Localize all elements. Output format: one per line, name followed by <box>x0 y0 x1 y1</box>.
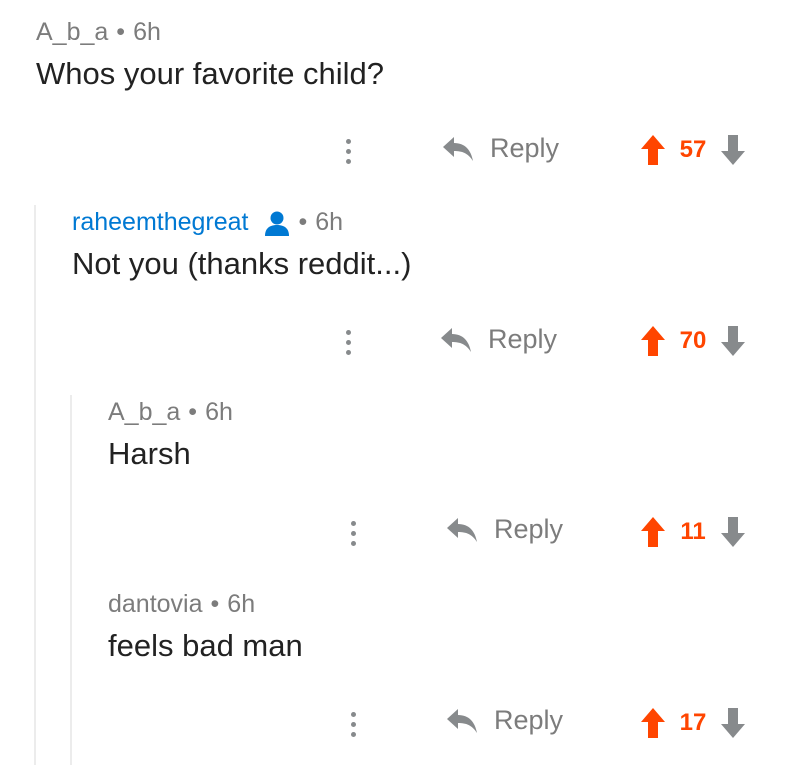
downvote-arrow-icon[interactable] <box>720 134 746 166</box>
upvote-arrow-icon[interactable] <box>640 325 666 357</box>
comment-body: Whos your favorite child? <box>36 56 385 91</box>
more-vertical-icon <box>345 138 351 144</box>
reply-arrow-icon <box>443 136 473 161</box>
reply-button[interactable]: Reply <box>446 705 563 736</box>
reply-arrow-icon <box>447 517 477 542</box>
comment-body: feels bad man <box>108 628 303 663</box>
score: 57 <box>679 136 707 163</box>
reply-label: Reply <box>494 514 564 544</box>
comment-author[interactable]: dantovia <box>108 590 203 619</box>
vote-controls: 17 <box>640 707 746 739</box>
downvote-arrow-icon[interactable] <box>720 707 746 739</box>
comment-author-op[interactable]: raheemthegreat <box>72 208 249 237</box>
more-options-button[interactable] <box>340 322 356 362</box>
upvote-arrow-icon[interactable] <box>640 134 666 166</box>
comment-meta: raheemthegreat • 6h <box>72 208 343 237</box>
meta-separator: • <box>116 18 126 46</box>
reply-arrow-icon <box>441 327 471 352</box>
more-vertical-icon <box>350 520 356 526</box>
vote-controls: 11 <box>640 516 746 548</box>
comment-author[interactable]: A_b_a <box>36 18 108 47</box>
comment-meta: A_b_a • 6h <box>36 18 161 47</box>
upvote-arrow-icon[interactable] <box>640 707 666 739</box>
thread-line-level-1 <box>34 205 36 765</box>
comment-meta: A_b_a • 6h <box>108 398 233 427</box>
meta-separator: • <box>210 590 220 618</box>
score: 70 <box>679 327 707 354</box>
reply-arrow-icon <box>447 708 477 733</box>
comment-age: 6h <box>205 398 233 426</box>
reply-label: Reply <box>490 133 560 163</box>
score: 11 <box>680 518 706 545</box>
more-vertical-icon <box>350 711 356 717</box>
meta-separator: • <box>188 398 198 426</box>
comment-author[interactable]: A_b_a <box>108 398 180 427</box>
more-options-button[interactable] <box>340 131 356 171</box>
more-options-button[interactable] <box>345 513 361 553</box>
comment-meta: dantovia • 6h <box>108 590 255 619</box>
upvote-arrow-icon[interactable] <box>640 516 666 548</box>
reply-button[interactable]: Reply <box>440 324 557 355</box>
comment-age: 6h <box>133 18 161 46</box>
downvote-arrow-icon[interactable] <box>720 516 746 548</box>
thread-line-level-2 <box>70 395 72 765</box>
reply-button[interactable]: Reply <box>446 514 563 545</box>
meta-separator: • <box>298 208 308 236</box>
downvote-arrow-icon[interactable] <box>720 325 746 357</box>
reply-label: Reply <box>488 324 558 354</box>
score: 17 <box>679 709 707 736</box>
more-options-button[interactable] <box>345 704 361 744</box>
reply-label: Reply <box>494 705 564 735</box>
reply-button[interactable]: Reply <box>442 133 559 164</box>
comment-body: Harsh <box>108 436 191 471</box>
more-vertical-icon <box>345 329 351 335</box>
vote-controls: 70 <box>640 325 746 357</box>
comment-age: 6h <box>315 208 344 236</box>
comment-age: 6h <box>227 590 256 618</box>
user-icon <box>264 211 289 236</box>
vote-controls: 57 <box>640 134 746 166</box>
comment-body: Not you (thanks reddit...) <box>72 246 412 281</box>
